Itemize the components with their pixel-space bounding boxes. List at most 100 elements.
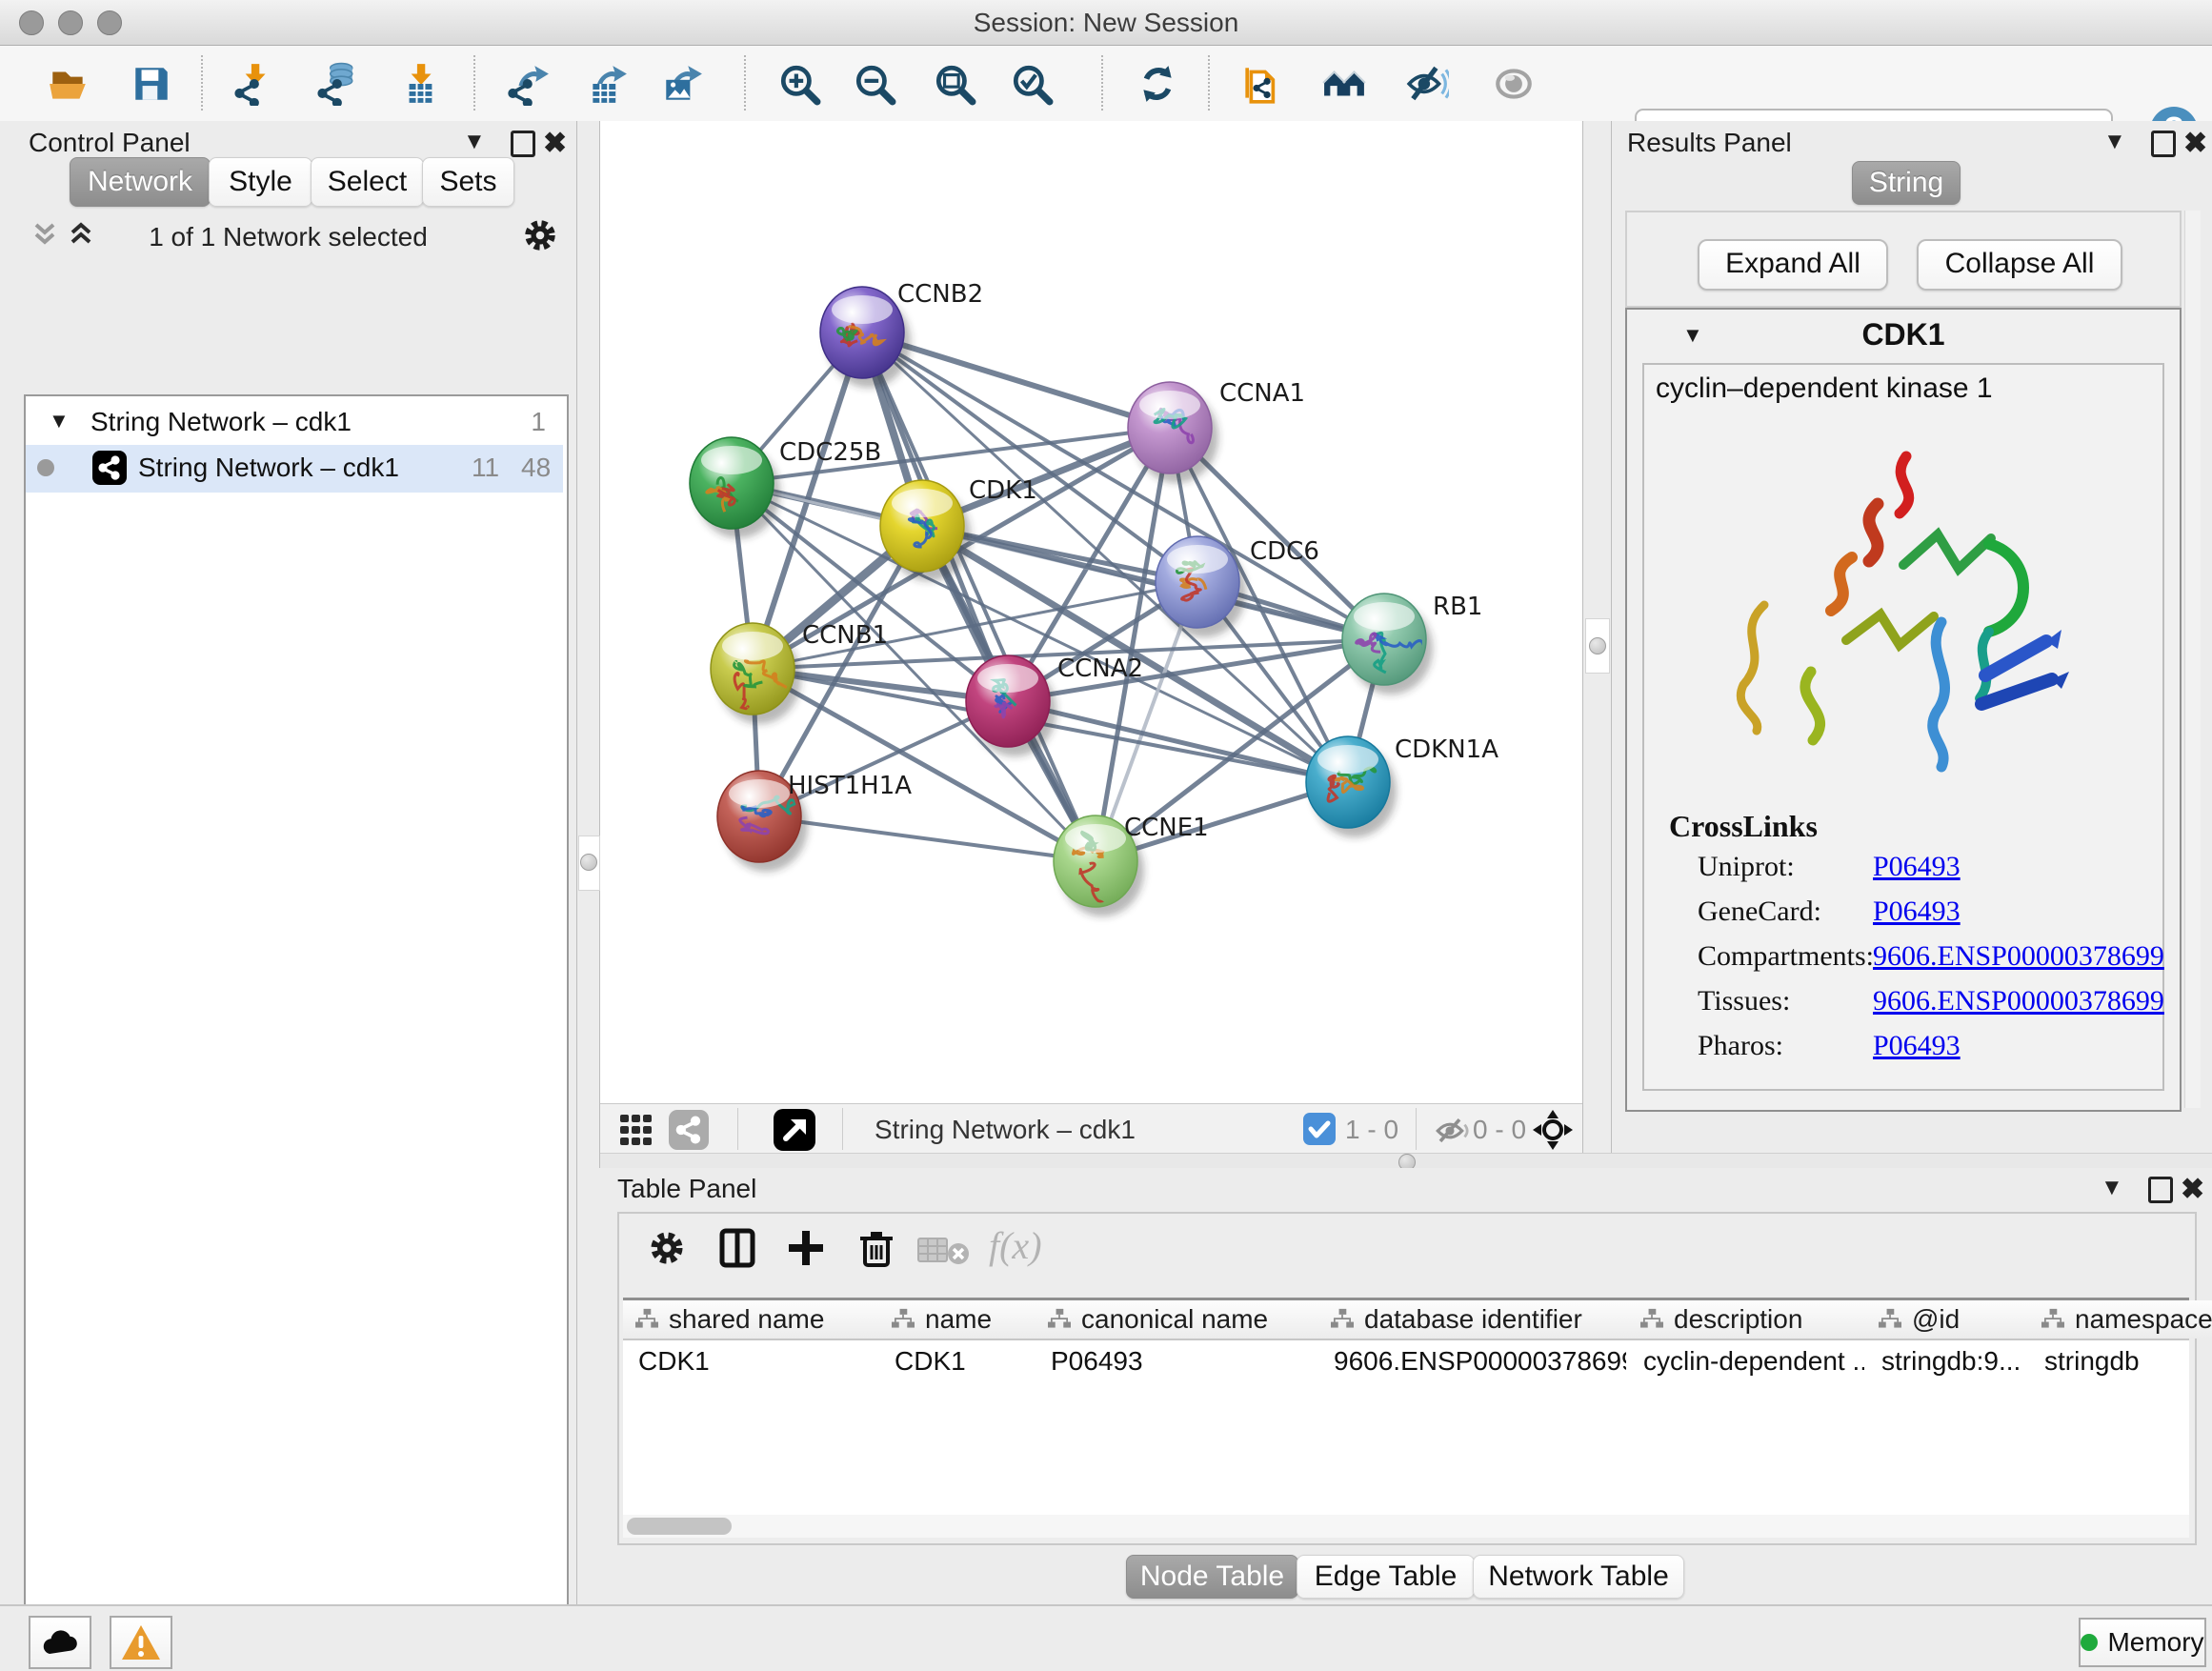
column-header-label: description: [1674, 1304, 1802, 1335]
node-label: RB1: [1433, 593, 1482, 621]
zoom-selected-icon[interactable]: [1007, 59, 1056, 109]
results-actions-box: Expand All Collapse All: [1625, 211, 2182, 308]
table-panel-float-icon[interactable]: [2148, 1177, 2173, 1203]
right-splitter-handle[interactable]: [1589, 637, 1606, 654]
show-all-icon[interactable]: [1489, 59, 1538, 109]
network-collection-row[interactable]: ▼ String Network – cdk1 1: [26, 401, 563, 445]
document-share-icon[interactable]: [1240, 59, 1290, 109]
export-network-icon[interactable]: [504, 59, 553, 109]
network-node-cdk1[interactable]: [880, 480, 971, 581]
table-panel-collapse-icon[interactable]: ▼: [2101, 1175, 2123, 1201]
save-session-icon[interactable]: [127, 59, 176, 109]
network-node-rb1[interactable]: [1342, 594, 1433, 695]
column-header-database-identifier[interactable]: database identifier: [1318, 1300, 1639, 1339]
import-table-icon[interactable]: [394, 59, 444, 109]
network-node-cdkn1a[interactable]: [1306, 736, 1397, 837]
import-network-database-icon[interactable]: [312, 59, 361, 109]
zoom-fit-icon[interactable]: [930, 59, 979, 109]
table-cell[interactable]: cyclin-dependent ...: [1628, 1340, 1864, 1382]
collapse-all-button[interactable]: Collapse All: [1917, 239, 2122, 291]
delete-table-icon[interactable]: [916, 1235, 974, 1267]
tab-edge-table[interactable]: Edge Table: [1297, 1555, 1475, 1599]
table-cell[interactable]: stringdb:9...: [1866, 1340, 2027, 1382]
hide-selected-icon[interactable]: [1402, 59, 1452, 109]
open-session-icon[interactable]: [44, 59, 93, 109]
control-panel-close-icon[interactable]: ✖: [543, 127, 567, 160]
table-scrollbar-thumb[interactable]: [627, 1518, 732, 1535]
expand-all-button[interactable]: Expand All: [1698, 239, 1888, 291]
left-splitter[interactable]: [576, 121, 600, 1604]
left-splitter-handle[interactable]: [580, 854, 597, 871]
zoom-in-icon[interactable]: [774, 59, 824, 109]
network-node-cdc25b[interactable]: [690, 437, 780, 538]
results-panel-collapse-icon[interactable]: ▼: [2103, 129, 2126, 155]
table-cell[interactable]: stringdb: [2029, 1340, 2212, 1382]
tab-network[interactable]: Network: [70, 157, 211, 207]
selected-checkbox[interactable]: [1303, 1113, 1336, 1145]
export-table-icon[interactable]: [582, 59, 632, 109]
column-header-label: shared name: [669, 1304, 824, 1335]
control-panel-float-icon[interactable]: [511, 131, 535, 157]
tab-string[interactable]: String: [1852, 161, 1961, 205]
export-image-icon[interactable]: [657, 59, 707, 109]
refresh-icon[interactable]: [1133, 59, 1182, 109]
memory-button[interactable]: Memory: [2079, 1618, 2206, 1667]
network-canvas[interactable]: CCNB2CCNA1CDC25BCDK1CDC6RB1CCNB1CCNA2CDK…: [600, 121, 1582, 1103]
crosslink-genecard-link[interactable]: P06493: [1873, 896, 1961, 928]
hidden-eye-icon[interactable]: [1431, 1112, 1469, 1150]
control-panel-collapse-icon[interactable]: ▼: [463, 129, 486, 155]
column-header-id[interactable]: @id: [1866, 1300, 2041, 1339]
import-network-file-icon[interactable]: [229, 59, 278, 109]
delete-column-icon[interactable]: [854, 1225, 899, 1271]
network-options-gear-icon[interactable]: [520, 215, 560, 255]
tab-style[interactable]: Style: [209, 157, 312, 207]
column-header-canonical-name[interactable]: canonical name: [1036, 1300, 1330, 1339]
column-header-name[interactable]: name: [879, 1300, 1047, 1339]
table-cell[interactable]: CDK1: [623, 1340, 877, 1382]
results-scrollbar[interactable]: [2184, 211, 2201, 1108]
crosslink-pharos-link[interactable]: P06493: [1873, 1030, 1961, 1062]
fit-content-icon[interactable]: [1532, 1109, 1574, 1151]
network-row-selected[interactable]: String Network – cdk1 11 48: [26, 445, 563, 493]
network-current-dot: [37, 459, 54, 476]
table-panel-close-icon[interactable]: ✖: [2181, 1173, 2204, 1206]
crosslink-label: Tissues:: [1698, 985, 1790, 1017]
results-panel-float-icon[interactable]: [2151, 131, 2176, 157]
node-label: CCNA2: [1057, 654, 1143, 683]
apply-function-icon[interactable]: f(x): [989, 1223, 1042, 1268]
crosslink-compartments-link[interactable]: 9606.ENSP00000378699: [1873, 940, 2164, 973]
table-cell[interactable]: 9606.ENSP00000378699: [1318, 1340, 1626, 1382]
right-splitter[interactable]: [1582, 121, 1612, 1153]
column-header-description[interactable]: description: [1628, 1300, 1878, 1339]
share-view-icon[interactable]: [669, 1110, 709, 1150]
add-column-icon[interactable]: [783, 1225, 829, 1271]
horizontal-splitter[interactable]: [600, 1153, 2212, 1169]
crosslink-tissues-link[interactable]: 9606.ENSP00000378699: [1873, 985, 2164, 1017]
column-header-namespace[interactable]: namespace: [2029, 1300, 2212, 1339]
column-header-shared-name[interactable]: shared name: [623, 1300, 891, 1339]
crosslink-label: Compartments:: [1698, 940, 1874, 973]
tab-network-table[interactable]: Network Table: [1473, 1555, 1684, 1599]
zoom-out-icon[interactable]: [850, 59, 899, 109]
collection-count: 1: [531, 407, 546, 437]
column-header-label: canonical name: [1081, 1304, 1268, 1335]
show-columns-icon[interactable]: [714, 1225, 760, 1271]
collection-expand-icon[interactable]: ▼: [49, 409, 70, 433]
table-settings-gear-icon[interactable]: [646, 1227, 688, 1269]
table-cell[interactable]: CDK1: [879, 1340, 1034, 1382]
tab-sets[interactable]: Sets: [422, 157, 514, 207]
open-in-window-icon[interactable]: [774, 1109, 815, 1151]
tab-select[interactable]: Select: [311, 157, 424, 207]
network-node-ccna1[interactable]: [1128, 382, 1218, 483]
crosslink-uniprot-link[interactable]: P06493: [1873, 851, 1961, 883]
cloud-button[interactable]: [29, 1616, 91, 1669]
grid-view-icon[interactable]: [617, 1112, 654, 1148]
table-horizontal-scrollbar[interactable]: [623, 1515, 2189, 1538]
node-label: CDC6: [1250, 537, 1319, 566]
warning-button[interactable]: [110, 1616, 172, 1669]
table-cell[interactable]: P06493: [1036, 1340, 1317, 1382]
tab-node-table[interactable]: Node Table: [1126, 1555, 1298, 1599]
results-panel-close-icon[interactable]: ✖: [2183, 127, 2207, 160]
home-icon[interactable]: [1319, 59, 1369, 109]
status-bar: Memory: [0, 1604, 2212, 1671]
